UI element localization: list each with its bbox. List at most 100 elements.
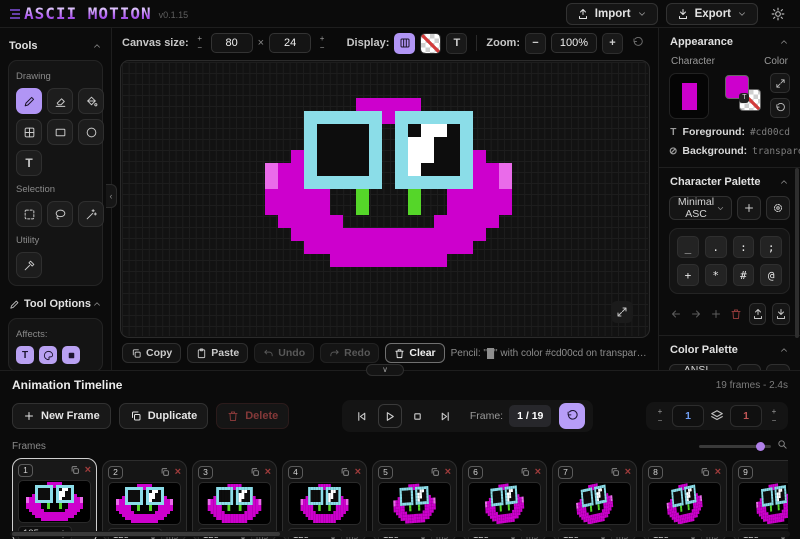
frame-duplicate-button[interactable] <box>700 467 710 477</box>
char-key-5[interactable]: * <box>705 264 727 286</box>
slider-knob[interactable] <box>756 442 765 451</box>
frame-thumbnail[interactable] <box>198 482 271 525</box>
palette-export-button[interactable] <box>772 303 790 325</box>
ellipse-tool-button[interactable] <box>78 119 104 145</box>
grid-tool-button[interactable] <box>16 119 42 145</box>
canvas-height-input[interactable]: 24 <box>269 33 311 53</box>
sidebar-scrollbar[interactable] <box>795 168 799 338</box>
paste-button[interactable]: Paste <box>187 343 248 363</box>
frame-duplicate-button[interactable] <box>70 465 80 475</box>
palette-next-button[interactable] <box>689 305 703 323</box>
frame-delete-button[interactable]: × <box>715 467 721 478</box>
pencil-tool-button[interactable] <box>16 88 42 114</box>
frame-card-8[interactable]: 8×125ms <box>642 460 727 539</box>
frame-card-4[interactable]: 4×125ms <box>282 460 367 539</box>
frame-delete-button[interactable]: × <box>265 467 271 478</box>
onion-next-value[interactable]: 1 <box>730 405 762 427</box>
drawing-canvas[interactable] <box>120 60 650 338</box>
frame-card-9[interactable]: 9×125ms <box>732 460 788 539</box>
palette-add-button[interactable] <box>709 305 723 323</box>
zoom-reset-button[interactable] <box>628 31 648 55</box>
frame-thumbnail[interactable] <box>378 482 451 525</box>
height-decrement-button[interactable]: − <box>316 43 328 52</box>
appearance-section-header[interactable]: Appearance <box>670 36 789 48</box>
frame-thumbnail[interactable] <box>738 482 788 525</box>
swap-colors-button[interactable] <box>770 73 790 93</box>
display-grid-toggle[interactable] <box>394 33 415 54</box>
palette-import-button[interactable] <box>749 303 767 325</box>
rect-select-tool-button[interactable] <box>16 201 42 227</box>
frame-thumbnail[interactable] <box>468 482 541 525</box>
duplicate-frame-button[interactable]: Duplicate <box>119 403 209 429</box>
fill-tool-button[interactable] <box>78 88 104 114</box>
color-palette-section-header[interactable]: Color Palette <box>670 344 789 356</box>
tools-section-header[interactable]: Tools <box>9 40 102 52</box>
tool-options-section-header[interactable]: Tool Options <box>9 298 102 310</box>
frame-thumbnail[interactable] <box>558 482 631 525</box>
frame-duplicate-button[interactable] <box>610 467 620 477</box>
onion-prev-decrement[interactable]: − <box>654 416 666 425</box>
add-character-palette-button[interactable] <box>737 196 761 220</box>
char-key-6[interactable]: # <box>733 264 755 286</box>
width-decrement-button[interactable]: − <box>194 43 206 52</box>
character-preview[interactable] <box>669 73 709 119</box>
height-increment-button[interactable]: + <box>316 34 328 43</box>
frame-duplicate-button[interactable] <box>430 467 440 477</box>
width-increment-button[interactable]: + <box>194 34 206 43</box>
display-transparency-toggle[interactable] <box>420 33 441 54</box>
frame-card-7[interactable]: 7×125ms <box>552 460 637 539</box>
canvas-panel-collapse-button[interactable]: ∨ <box>366 364 404 376</box>
height-stepper[interactable]: +− <box>316 34 328 52</box>
affects-bg-badge[interactable] <box>62 346 80 364</box>
zoom-in-button[interactable]: + <box>602 33 623 54</box>
char-key-2[interactable]: : <box>733 236 755 258</box>
eyedropper-tool-button[interactable] <box>16 252 42 278</box>
affects-color-badge[interactable] <box>39 346 57 364</box>
onion-next-increment[interactable]: + <box>768 407 780 416</box>
frame-duplicate-button[interactable] <box>520 467 530 477</box>
export-button[interactable]: Export <box>666 3 758 25</box>
delete-frame-button[interactable]: Delete <box>216 403 289 429</box>
frame-thumbnail[interactable] <box>288 482 361 525</box>
onion-prev-value[interactable]: 1 <box>672 405 704 427</box>
frame-delete-button[interactable]: × <box>535 467 541 478</box>
frame-duplicate-button[interactable] <box>160 467 170 477</box>
char-key-1[interactable]: . <box>705 236 727 258</box>
import-button[interactable]: Import <box>566 3 658 25</box>
affects-character-badge[interactable]: T <box>16 346 34 364</box>
thumbnail-size-slider[interactable] <box>699 445 771 448</box>
clear-button[interactable]: Clear <box>385 343 444 363</box>
sidebar-collapse-handle[interactable]: ‹ <box>106 184 117 208</box>
onion-skin-toggle[interactable] <box>710 409 724 423</box>
character-palette-settings-button[interactable] <box>766 196 790 220</box>
lasso-tool-button[interactable] <box>47 201 73 227</box>
char-key-4[interactable]: + <box>677 264 699 286</box>
play-button[interactable] <box>378 404 402 428</box>
frame-duplicate-button[interactable] <box>340 467 350 477</box>
onion-next-decrement[interactable]: − <box>768 416 780 425</box>
frame-thumbnail[interactable] <box>108 482 181 525</box>
frame-card-3[interactable]: 3×125ms <box>192 460 277 539</box>
eraser-tool-button[interactable] <box>47 88 73 114</box>
frame-duplicate-button[interactable] <box>250 467 260 477</box>
rectangle-tool-button[interactable] <box>47 119 73 145</box>
character-palette-section-header[interactable]: Character Palette <box>670 176 789 188</box>
char-key-7[interactable]: @ <box>760 264 782 286</box>
display-text-toggle[interactable]: T <box>446 33 467 54</box>
frame-thumbnail[interactable] <box>648 482 721 525</box>
canvas-width-input[interactable]: 80 <box>211 33 253 53</box>
canvas-expand-button[interactable] <box>611 301 633 323</box>
char-key-3[interactable]: ; <box>760 236 782 258</box>
frames-scrollbar[interactable] <box>10 531 790 537</box>
frame-card-2[interactable]: 2×125ms <box>102 460 187 539</box>
frame-card-6[interactable]: 6×125ms <box>462 460 547 539</box>
palette-delete-button[interactable] <box>729 305 743 323</box>
redo-button[interactable]: Redo <box>320 343 379 363</box>
reset-colors-button[interactable] <box>770 98 790 118</box>
onion-prev-stepper[interactable]: +− <box>654 407 666 425</box>
frame-delete-button[interactable]: × <box>85 465 91 476</box>
onion-prev-increment[interactable]: + <box>654 407 666 416</box>
copy-button[interactable]: Copy <box>122 343 181 363</box>
character-palette-select[interactable]: Minimal ASC <box>669 196 732 220</box>
char-key-0[interactable]: _ <box>677 236 699 258</box>
